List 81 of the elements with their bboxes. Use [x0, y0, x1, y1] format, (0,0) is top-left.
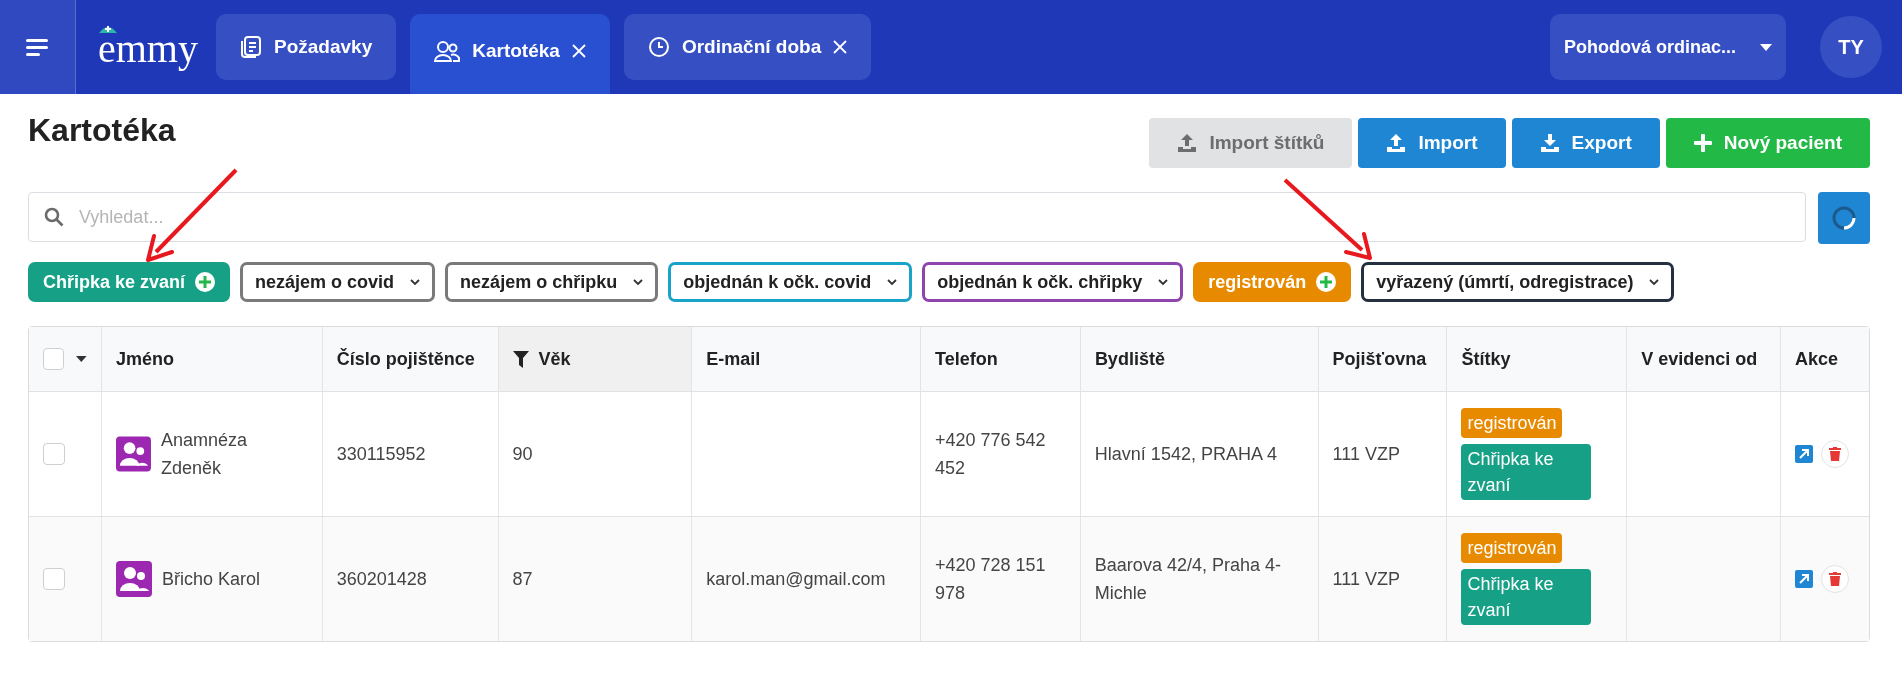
tab-label: Ordinační doba [681, 36, 822, 58]
table-cell-text: 111 VZP [1332, 568, 1400, 591]
close-icon[interactable] [571, 44, 586, 58]
delete-button[interactable] [1821, 440, 1850, 468]
filter-chip[interactable]: nezájem o covid [240, 262, 436, 302]
column-header[interactable]: Bydliště [1079, 327, 1318, 391]
column-header[interactable]: Štítky [1446, 327, 1627, 391]
column-header[interactable]: Akce [1780, 327, 1869, 391]
clock-icon [647, 36, 670, 58]
checkbox[interactable] [43, 348, 65, 370]
table-cell-text: Baarova 42/4, Praha 4-Michle [1094, 554, 1282, 605]
patient-name: Anamnéza Zdeněk [160, 429, 248, 480]
patient-name: Břicho Karol [161, 568, 260, 591]
filter-icon [512, 350, 529, 368]
filter-chip[interactable]: objednán k očk. chřipky [922, 262, 1184, 302]
table-cell-text: +420 728 151 978 [935, 554, 1047, 605]
user-avatar[interactable]: TY [1820, 16, 1882, 78]
column-header[interactable]: Jméno [101, 327, 322, 391]
chevron-icon [633, 278, 644, 286]
column-header[interactable]: Pojišťovna [1317, 327, 1447, 391]
plus-circle-icon [1316, 272, 1337, 292]
tab[interactable]: Ordinační doba [623, 14, 872, 80]
close-icon[interactable] [833, 40, 848, 54]
upload-icon [1386, 133, 1407, 153]
tag: Chřipka ke zvaní [1461, 569, 1592, 625]
checkbox[interactable] [43, 443, 65, 465]
filter-chip[interactable]: vyřazený (úmrtí, odregistrace) [1361, 262, 1675, 302]
table-cell-text: 87 [512, 568, 533, 591]
cross-icon [98, 24, 118, 34]
patient-icon [115, 436, 151, 472]
table-cell-text: +420 776 542 452 [935, 429, 1047, 480]
tag: registrován [1461, 408, 1563, 438]
patient-icon [115, 561, 152, 597]
practice-dropdown[interactable]: Pohodová ordinac... [1550, 14, 1786, 80]
filter-chip[interactable]: objednán k očk. covid [668, 262, 913, 302]
filter-chip[interactable]: nezájem o chřipku [445, 262, 659, 302]
caret-icon [1760, 43, 1772, 51]
caret-icon[interactable] [76, 356, 87, 362]
tag: registrován [1461, 533, 1563, 563]
download-icon [1539, 133, 1560, 153]
chevron-icon [887, 278, 898, 286]
column-header[interactable]: Telefon [920, 327, 1080, 391]
chevron-icon [1158, 278, 1169, 286]
refresh-button[interactable] [1818, 192, 1870, 244]
search-field[interactable]: Vyhledat... [28, 192, 1806, 242]
menu-button[interactable] [0, 0, 76, 94]
checkbox[interactable] [43, 568, 65, 590]
table-cell-text: 330115952 [336, 443, 426, 466]
column-header[interactable]: Číslo pojištěnce [321, 327, 498, 391]
chevron-icon [410, 278, 421, 286]
column-header[interactable]: Věk [497, 327, 692, 391]
open-icon[interactable] [1795, 445, 1814, 463]
plus-icon [1693, 134, 1712, 152]
delete-button[interactable] [1821, 565, 1850, 593]
logo: emmy [98, 34, 198, 70]
tab[interactable]: Požadavky [216, 14, 397, 80]
table-cell-text: 111 VZP [1332, 443, 1400, 466]
spinner-icon [1831, 205, 1857, 231]
tab-label: Požadavky [274, 36, 373, 58]
tab[interactable]: Kartotéka [410, 14, 610, 94]
people-icon [434, 40, 461, 62]
document-icon [240, 35, 262, 59]
action-button[interactable]: Export [1511, 118, 1660, 168]
column-header[interactable]: V evidenci od [1626, 327, 1781, 391]
table-cell-text: 360201428 [336, 568, 427, 591]
chevron-icon [1649, 278, 1660, 286]
page-title: Kartotéka [28, 112, 176, 149]
open-icon[interactable] [1795, 570, 1814, 588]
tab-label: Kartotéka [472, 40, 560, 62]
upload-icon [1177, 133, 1198, 153]
menu-icon [25, 38, 50, 56]
table-cell-text: karol.man@gmail.com [706, 568, 886, 591]
action-button[interactable]: Import [1358, 118, 1506, 168]
table-cell-text: Hlavní 1542, PRAHA 4 [1094, 443, 1277, 466]
tag: Chřipka ke zvaní [1461, 444, 1592, 500]
column-header[interactable]: E-mail [691, 327, 921, 391]
trash-icon [1829, 447, 1842, 461]
trash-icon [1829, 572, 1842, 586]
plus-circle-icon [195, 272, 216, 292]
search-icon [44, 207, 64, 227]
table-cell-text: 90 [512, 443, 533, 466]
